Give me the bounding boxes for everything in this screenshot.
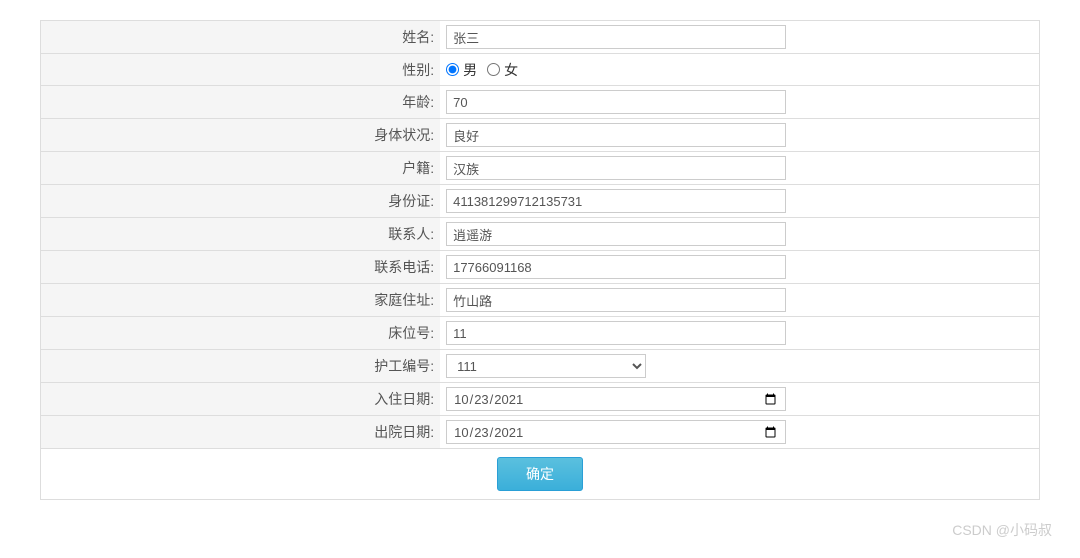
idcard-label: 身份证:	[41, 185, 441, 218]
watermark: CSDN @小码叔	[952, 520, 1052, 540]
age-input[interactable]	[446, 90, 786, 114]
address-label: 家庭住址:	[41, 284, 441, 317]
gender-radio-group: 男 女	[446, 60, 1033, 80]
phone-label: 联系电话:	[41, 251, 441, 284]
gender-female-radio[interactable]	[487, 63, 500, 76]
checkout-input[interactable]	[446, 420, 786, 444]
health-input[interactable]	[446, 123, 786, 147]
name-input[interactable]	[446, 25, 786, 49]
nurse-label: 护工编号:	[41, 350, 441, 383]
address-input[interactable]	[446, 288, 786, 312]
bed-label: 床位号:	[41, 317, 441, 350]
form-table: 姓名: 性别: 男 女 年龄: 身体状况: 户籍:	[40, 20, 1040, 500]
ethnicity-input[interactable]	[446, 156, 786, 180]
contact-label: 联系人:	[41, 218, 441, 251]
checkin-label: 入住日期:	[41, 383, 441, 416]
checkin-input[interactable]	[446, 387, 786, 411]
submit-button[interactable]: 确定	[497, 457, 583, 491]
idcard-input[interactable]	[446, 189, 786, 213]
health-label: 身体状况:	[41, 119, 441, 152]
checkout-label: 出院日期:	[41, 416, 441, 449]
ethnicity-label: 户籍:	[41, 152, 441, 185]
name-label: 姓名:	[41, 21, 441, 54]
gender-male-label: 男	[463, 60, 477, 80]
bed-input[interactable]	[446, 321, 786, 345]
phone-input[interactable]	[446, 255, 786, 279]
gender-male-radio[interactable]	[446, 63, 459, 76]
nurse-select[interactable]: 111	[446, 354, 646, 378]
gender-female-label: 女	[504, 60, 518, 80]
contact-input[interactable]	[446, 222, 786, 246]
gender-label: 性别:	[41, 54, 441, 86]
age-label: 年龄:	[41, 86, 441, 119]
